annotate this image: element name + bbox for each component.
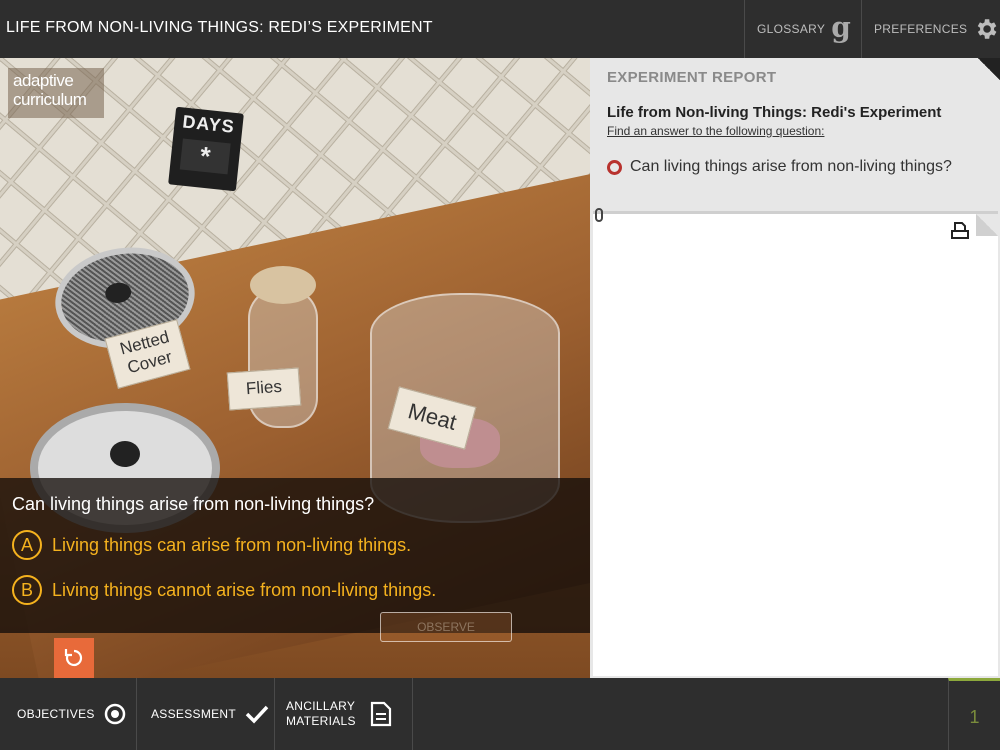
glossary-icon: g [831,10,852,44]
report-instruction: Find an answer to the following question… [607,124,825,138]
gear-icon [978,19,997,39]
option-a-text: Living things can arise from non-living … [52,534,412,555]
days-counter-sign: DAYS * [168,106,244,192]
top-bar: LIFE FROM NON-LIVING THINGS: REDI’S EXPE… [0,0,1000,58]
report-title: EXPERIMENT REPORT [607,69,777,86]
flies-jar-lid [250,266,316,304]
experiment-report-panel: EXPERIMENT REPORT Life from Non-living T… [590,58,1000,678]
print-icon[interactable] [950,220,970,240]
target-icon [104,703,125,725]
reset-button[interactable] [54,638,94,678]
ancillary-materials-button[interactable]: ANCILLARY MATERIALS [275,678,413,750]
flies-label: Flies [226,367,302,411]
adaptive-curriculum-logo: adaptive curriculum [8,68,104,118]
notes-paper[interactable] [593,208,998,676]
option-b[interactable]: B Living things cannot arise from non-li… [12,575,436,605]
preferences-button[interactable]: PREFERENCES [861,0,1000,58]
jar-knob [103,281,133,305]
ancillary-label: ANCILLARY MATERIALS [286,699,356,728]
assessment-label: ASSESSMENT [151,707,237,721]
objectives-label: OBJECTIVES [17,707,95,721]
days-value: * [179,138,231,175]
page-fold-icon [976,214,998,236]
glossary-button[interactable]: GLOSSARY g [744,0,861,58]
objectives-button[interactable]: OBJECTIVES [0,678,137,750]
option-a-letter: A [12,530,42,560]
report-subtitle: Life from Non-living Things: Redi's Expe… [607,104,942,121]
option-b-text: Living things cannot arise from non-livi… [52,579,437,600]
report-question: Can living things arise from non-living … [607,158,952,176]
radio-ring-icon [607,159,622,175]
question-panel: Can living things arise from non-living … [0,478,590,633]
question-text: Can living things arise from non-living … [12,494,375,514]
corner-fold-icon[interactable] [978,58,1000,80]
report-question-text: Can living things arise from non-living … [630,158,952,175]
option-b-letter: B [12,575,42,605]
reset-icon [64,649,83,667]
page-title: LIFE FROM NON-LIVING THINGS: REDI’S EXPE… [6,19,433,36]
assessment-button[interactable]: ASSESSMENT [137,678,275,750]
observe-button[interactable]: OBSERVE [380,612,512,642]
bottom-bar: OBJECTIVES ASSESSMENT ANCILLARY MATERIAL… [0,678,1000,750]
option-a[interactable]: A Living things can arise from non-livin… [12,530,411,560]
checkmark-icon [245,705,269,724]
jar-knob [110,441,140,467]
page-number[interactable]: 1 [948,678,1000,750]
glossary-label: GLOSSARY [757,22,826,36]
document-icon [370,701,391,727]
preferences-label: PREFERENCES [874,22,968,36]
paperclip-icon [595,208,603,222]
